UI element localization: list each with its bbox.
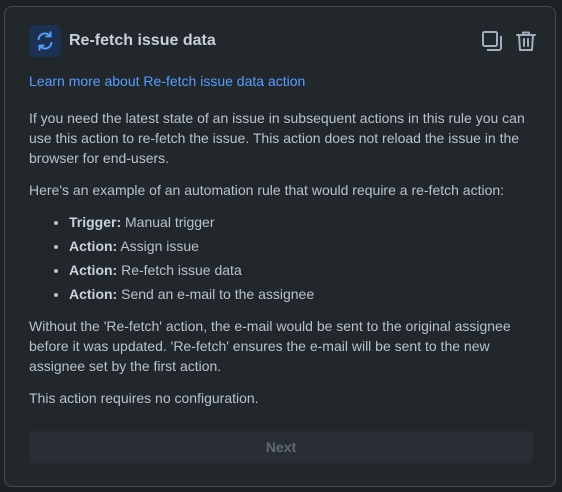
step-text: Re-fetch issue data <box>117 262 242 278</box>
list-item: Action: Re-fetch issue data <box>69 260 529 280</box>
list-item: Trigger: Manual trigger <box>69 212 529 232</box>
intro-paragraph: If you need the latest state of an issue… <box>29 110 525 166</box>
step-text: Assign issue <box>117 238 199 254</box>
example-steps-list: Trigger: Manual trigger Action: Assign i… <box>29 212 529 304</box>
panel-header: Re-fetch issue data <box>29 25 539 59</box>
explanation-paragraph: Without the 'Re-fetch' action, the e-mai… <box>29 318 511 374</box>
refresh-icon <box>29 25 61 57</box>
panel-title: Re-fetch issue data <box>69 32 216 49</box>
step-text: Send an e-mail to the assignee <box>117 286 315 302</box>
duplicate-icon[interactable] <box>479 27 505 55</box>
list-item: Action: Send an e-mail to the assignee <box>69 284 529 304</box>
next-button[interactable]: Next <box>29 431 533 463</box>
step-label: Action: <box>69 286 118 302</box>
config-note: This action requires no configuration. <box>29 390 259 406</box>
header-actions <box>479 27 539 55</box>
trash-icon[interactable] <box>513 27 539 55</box>
example-intro-paragraph: Here's an example of an automation rule … <box>29 182 505 198</box>
step-label: Trigger: <box>69 214 122 230</box>
learn-more-link[interactable]: Learn more about Re-fetch issue data act… <box>29 73 305 89</box>
description-body: If you need the latest state of an issue… <box>29 108 529 420</box>
list-item: Action: Assign issue <box>69 236 529 256</box>
step-label: Action: <box>69 262 118 278</box>
step-label: Action: <box>69 238 118 254</box>
action-config-panel: Re-fetch issue data Learn more about Re-… <box>4 6 556 487</box>
step-text: Manual trigger <box>121 214 215 230</box>
